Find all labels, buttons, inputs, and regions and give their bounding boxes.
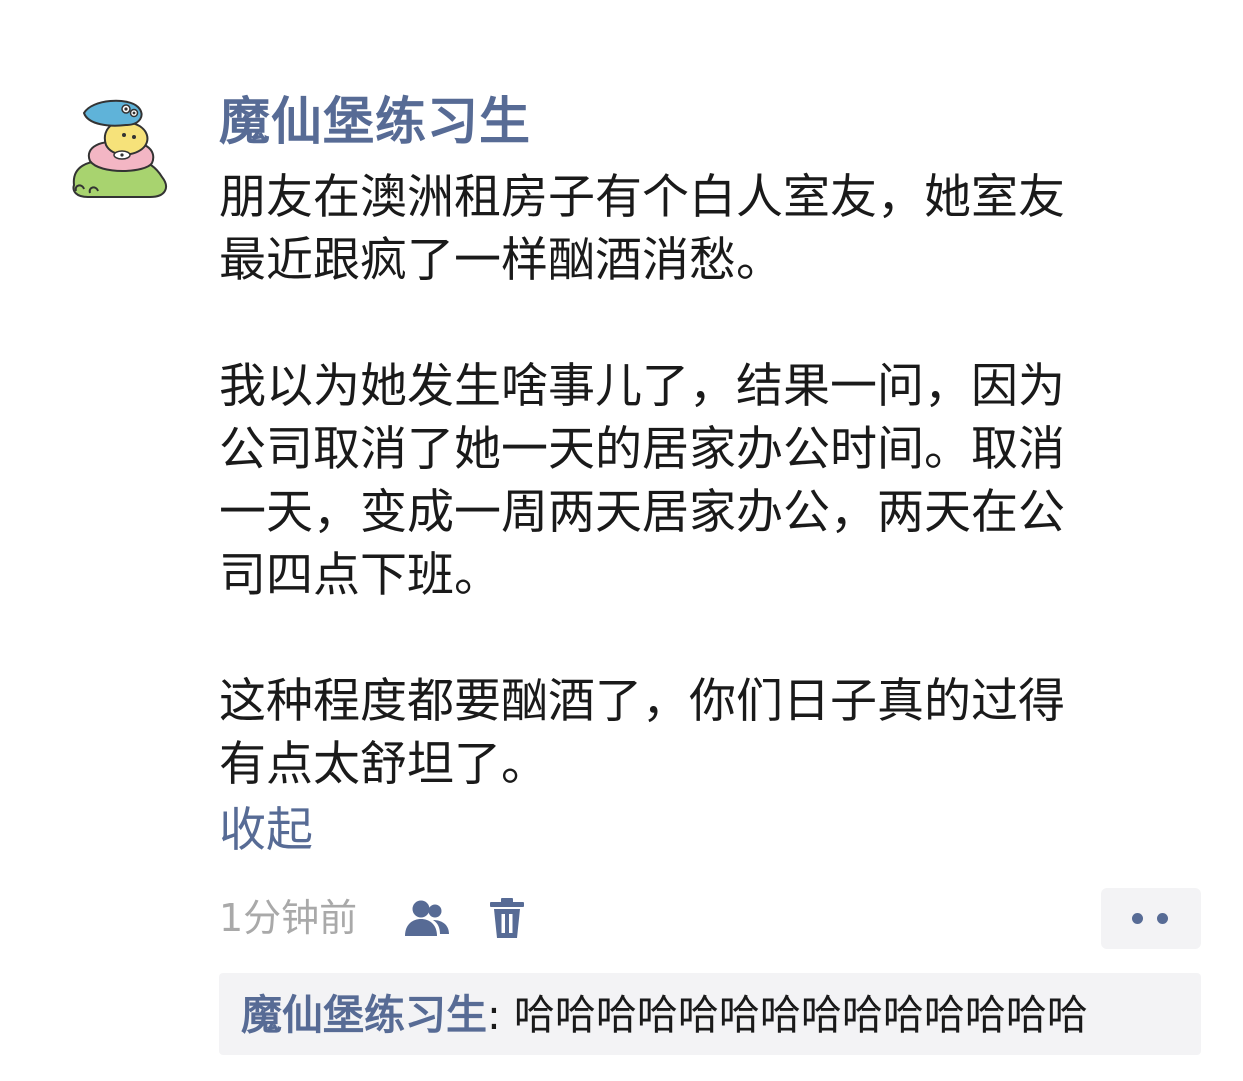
cartoon-avatar-icon [72, 99, 167, 198]
comment-author[interactable]: 魔仙堡练习生 [241, 991, 487, 1039]
moments-post: 魔仙堡练习生 朋友在澳洲租房子有个白人室友，她室友 最近跟疯了一样酗酒消愁。 我… [0, 0, 1243, 1081]
comment-text: 哈哈哈哈哈哈哈哈哈哈哈哈哈哈 [513, 991, 1088, 1039]
post-meta-row: 1分钟前 [219, 888, 1201, 949]
text-line: 有点太舒坦了。 [219, 737, 548, 792]
author-name[interactable]: 魔仙堡练习生 [219, 91, 531, 155]
paragraph: 我以为她发生啥事儿了，结果一问，因为 公司取消了她一天的居家办公时间。取消 一天… [219, 355, 1199, 607]
more-dots-icon [1157, 913, 1168, 924]
text-line: 公司取消了她一天的居家办公时间。取消 [219, 422, 1065, 477]
friends-icon[interactable] [403, 898, 453, 938]
comment-separator: : [487, 991, 514, 1039]
author-avatar[interactable] [66, 93, 178, 205]
paragraph: 朋友在澳洲租房子有个白人室友，她室友 最近跟疯了一样酗酒消愁。 [219, 166, 1199, 292]
comment-item[interactable]: 魔仙堡练习生: 哈哈哈哈哈哈哈哈哈哈哈哈哈哈 [241, 989, 1088, 1041]
comments-panel: 魔仙堡练习生: 哈哈哈哈哈哈哈哈哈哈哈哈哈哈 [219, 973, 1201, 1055]
text-line: 一天，变成一周两天居家办公，两天在公 [219, 485, 1065, 540]
trash-icon[interactable] [485, 896, 529, 940]
text-line: 司四点下班。 [219, 548, 501, 603]
more-button[interactable] [1101, 888, 1201, 949]
post-time: 1分钟前 [219, 896, 358, 940]
paragraph: 这种程度都要酗酒了，你们日子真的过得 有点太舒坦了。 [219, 670, 1199, 796]
more-dots-icon [1132, 913, 1143, 924]
collapse-link[interactable]: 收起 [219, 799, 313, 862]
text-line: 我以为她发生啥事儿了，结果一问，因为 [219, 359, 1065, 414]
text-line: 最近跟疯了一样酗酒消愁。 [219, 233, 783, 288]
text-line: 朋友在澳洲租房子有个白人室友，她室友 [219, 170, 1065, 225]
post-content: 朋友在澳洲租房子有个白人室友，她室友 最近跟疯了一样酗酒消愁。 我以为她发生啥事… [219, 166, 1199, 796]
text-line: 这种程度都要酗酒了，你们日子真的过得 [219, 674, 1065, 729]
